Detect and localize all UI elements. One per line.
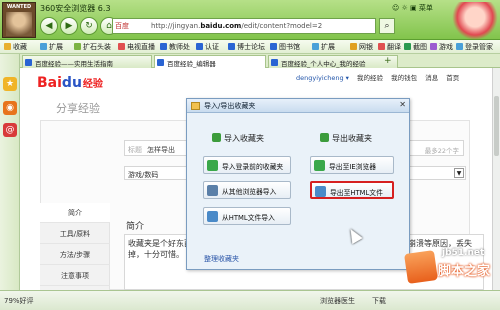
section-tools[interactable]: 工具/原料: [40, 224, 110, 244]
export-icon: [320, 133, 329, 142]
address-bar[interactable]: 百度 http://jingyan.baidu.com/edit/content…: [112, 18, 376, 34]
dialog-title-bar: 导入/导出收藏夹 ✕: [187, 99, 409, 113]
bookmark-icon: [74, 43, 81, 50]
export-to-ie-button[interactable]: 导出至IE浏览器: [310, 156, 394, 174]
link-my-experience[interactable]: 我的经验: [357, 74, 383, 82]
refresh-button[interactable]: ↻: [80, 17, 98, 35]
bookmark-icon: [312, 43, 319, 50]
app-title: 360安全浏览器 6.3: [40, 4, 111, 13]
forward-button[interactable]: ▶: [60, 17, 78, 35]
address-url[interactable]: http://jingyan.baidu.com/edit/content?mo…: [151, 22, 375, 30]
ie-export-icon: [314, 160, 325, 171]
user-avatar[interactable]: WANTED: [2, 2, 36, 38]
link-messages[interactable]: 消息: [425, 74, 438, 82]
bookmark-item[interactable]: 图书馆: [270, 42, 300, 52]
bookmark-item[interactable]: 教师处: [160, 42, 190, 52]
home-logo-icon: [404, 250, 438, 284]
title-label: 标题: [128, 146, 142, 154]
organize-favorites-link[interactable]: 整理收藏夹: [204, 254, 239, 264]
share-experience-title: 分享经验: [56, 102, 100, 115]
tab-bar: 百度经验——实用生活指南 百度经验_编辑器 百度经验_个人中心_我的经验: [20, 54, 500, 69]
import-from-html-button[interactable]: 从HTML文件导入: [203, 207, 291, 225]
scrollbar-thumb[interactable]: [494, 96, 499, 156]
html-file-icon: [207, 211, 218, 222]
import-icon: [212, 133, 221, 142]
title-hint: 最多22个字: [424, 147, 459, 155]
favorites-import-icon: [207, 160, 218, 171]
bookmark-icon: [456, 43, 463, 50]
bookmark-item[interactable]: 博士论坛: [228, 42, 265, 52]
link-my-wallet[interactable]: 我的钱包: [391, 74, 417, 82]
status-bar: 79%好评 浏览器医生 下载: [0, 290, 500, 310]
favorites-star-icon[interactable]: ★: [3, 77, 17, 91]
folder-icon: [191, 102, 200, 110]
export-header: 导出收藏夹: [320, 133, 372, 144]
bookmark-icon: [4, 43, 11, 50]
browser-tab[interactable]: 百度经验_个人中心_我的经验: [268, 55, 398, 68]
import-header: 导入收藏夹: [212, 133, 264, 144]
browser-import-icon: [207, 185, 218, 196]
search-engine-label[interactable]: 百度: [115, 21, 129, 31]
mail-icon[interactable]: @: [3, 123, 17, 137]
bookmark-icon: [160, 43, 167, 50]
bookmark-item[interactable]: 收藏: [4, 42, 27, 52]
section-notes[interactable]: 注意事项: [40, 266, 110, 286]
import-export-favorites-dialog: 导入/导出收藏夹 ✕ 导入收藏夹 导出收藏夹 导入登录前的收藏夹 从其他浏览器导…: [186, 98, 410, 270]
avatar-image: [6, 12, 32, 36]
bookmark-icon: [270, 43, 277, 50]
bookmark-item[interactable]: 扩展: [312, 42, 335, 52]
weibo-icon[interactable]: ◉: [3, 101, 17, 115]
bookmark-item[interactable]: 扩石头装: [74, 42, 111, 52]
chevron-down-icon[interactable]: ▼: [454, 168, 464, 178]
import-from-browser-button[interactable]: 从其他浏览器导入: [203, 181, 291, 199]
bookmark-icon: [350, 43, 357, 50]
bookmark-item[interactable]: 扩展: [40, 42, 63, 52]
avatar-caption: WANTED: [6, 4, 32, 10]
bookmark-icon: [40, 43, 47, 50]
title-value[interactable]: 怎样导出: [147, 145, 175, 155]
bookmark-icon: [404, 43, 411, 50]
editor-section-nav: 简介 工具/原料 方法/步骤 注意事项: [40, 203, 110, 290]
search-icon[interactable]: ⌕: [379, 18, 395, 34]
bookmark-item[interactable]: 认证: [196, 42, 219, 52]
mascot-icon: [452, 2, 498, 40]
link-home[interactable]: 首页: [446, 74, 459, 82]
browser-tab[interactable]: 百度经验_编辑器: [154, 55, 266, 69]
baidu-favicon-icon: [25, 59, 32, 66]
download-status[interactable]: 下载: [372, 296, 386, 306]
export-to-html-button[interactable]: 导出至HTML文件: [310, 181, 394, 199]
bookmark-icon: [196, 43, 203, 50]
bookmark-item[interactable]: 电视直播: [118, 42, 155, 52]
bookmark-item[interactable]: 网银: [350, 42, 373, 52]
close-icon[interactable]: ✕: [399, 100, 406, 109]
bookmarks-bar: 收藏 扩展 扩石头装 电视直播 教师处 认证 博士论坛 图书馆 扩展 网银 翻译 截图 游戏 登录管家: [0, 40, 500, 54]
rating-status[interactable]: 79%好评: [4, 296, 34, 306]
category-value: 游戏/数码: [128, 171, 159, 179]
bookmark-item[interactable]: 截图: [404, 42, 427, 52]
bookmark-item[interactable]: 游戏: [430, 42, 453, 52]
browser-tab[interactable]: 百度经验——实用生活指南: [22, 55, 152, 68]
section-intro[interactable]: 简介: [40, 203, 110, 223]
dialog-title: 导入/导出收藏夹: [204, 102, 256, 110]
bookmark-icon: [118, 43, 125, 50]
bookmark-icon: [378, 43, 385, 50]
bookmark-icon: [228, 43, 235, 50]
bookmark-item[interactable]: 登录管家: [456, 42, 493, 52]
user-links: dengyiyicheng ▾ 我的经验 我的钱包 消息 首页: [296, 72, 465, 82]
browser-doctor[interactable]: 浏览器医生: [320, 296, 355, 306]
bookmark-icon: [430, 43, 437, 50]
import-before-login-button[interactable]: 导入登录前的收藏夹: [203, 156, 291, 174]
back-button[interactable]: ◀: [40, 17, 58, 35]
jb51-watermark: jb51.net 脚本之家: [404, 248, 500, 290]
baidu-favicon-icon: [271, 59, 278, 66]
intro-label: 简介: [126, 222, 145, 232]
left-sidebar: ★ ◉ @: [0, 54, 20, 290]
html-export-icon: [315, 186, 326, 197]
baidu-jingyan-logo[interactable]: Baidu经验: [37, 75, 103, 91]
new-tab-icon[interactable]: +: [384, 56, 392, 66]
section-steps[interactable]: 方法/步骤: [40, 245, 110, 265]
bookmark-item[interactable]: 翻译: [378, 42, 401, 52]
username-link[interactable]: dengyiyicheng ▾: [296, 74, 349, 82]
baidu-favicon-icon: [157, 59, 164, 66]
